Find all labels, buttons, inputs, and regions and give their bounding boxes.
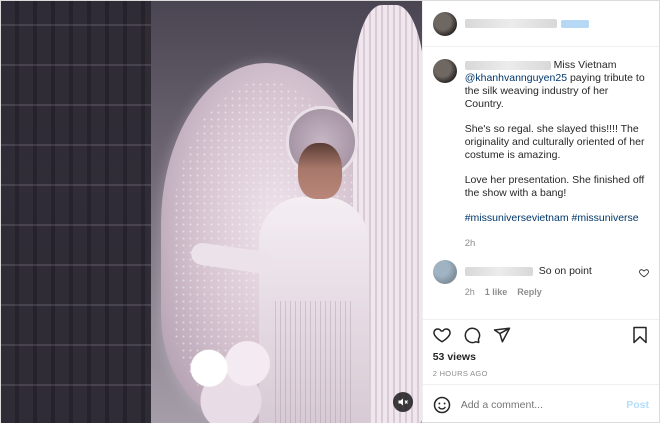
redacted-username	[464, 19, 557, 28]
costume-fringe	[275, 301, 355, 423]
caption-paragraph-1: Miss Vietnam @khanhvannguyen25 paying tr…	[464, 59, 649, 111]
comment-text: So on point	[538, 265, 592, 277]
mention-link[interactable]: @khanhvannguyen25	[465, 72, 567, 84]
comment-bubble-icon[interactable]	[463, 326, 481, 344]
comments-section: Miss Vietnam @khanhvannguyen25 paying tr…	[423, 47, 659, 311]
model-head	[298, 143, 342, 199]
post-comment-button[interactable]: Post	[626, 399, 649, 411]
commenter-avatar[interactable]	[432, 260, 457, 284]
views-count[interactable]: 53 views	[423, 349, 659, 363]
comment-reply-button[interactable]: Reply	[517, 287, 542, 297]
costume-clouds	[176, 331, 286, 423]
author-username-redacted[interactable]	[464, 19, 589, 28]
stage-grid	[1, 1, 151, 423]
hashtags-link[interactable]: #missuniversevietnam #missuniverse	[465, 212, 649, 225]
comment-likes[interactable]: 1 like	[485, 287, 508, 297]
post-video[interactable]	[1, 1, 422, 423]
instagram-post: Miss Vietnam @khanhvannguyen25 paying tr…	[0, 0, 660, 423]
share-paper-plane-icon[interactable]	[493, 326, 511, 344]
comment-like-heart-icon[interactable]	[639, 268, 649, 278]
post-side-panel: Miss Vietnam @khanhvannguyen25 paying tr…	[421, 1, 659, 423]
save-bookmark-icon[interactable]	[631, 326, 649, 344]
mute-button[interactable]	[393, 392, 413, 412]
author-avatar[interactable]	[432, 11, 457, 36]
redacted-commenter	[464, 266, 533, 276]
comment-line: So on point	[464, 265, 649, 277]
emoji-icon[interactable]	[433, 396, 451, 414]
redacted-caption-username	[464, 60, 551, 70]
comment-meta: 2h 1 like Reply	[465, 287, 649, 297]
caption-age: 2h	[464, 238, 476, 249]
caption-body: Miss Vietnam @khanhvannguyen25 paying tr…	[464, 59, 649, 250]
redacted-follow	[560, 19, 589, 28]
add-comment-input[interactable]	[460, 398, 617, 411]
post-header	[422, 1, 659, 47]
caption-paragraph-3: Love her presentation. She finished off …	[464, 174, 645, 199]
caption-author-avatar[interactable]	[432, 59, 457, 83]
post-timestamp: 2 HOURS AGO	[432, 369, 488, 378]
add-comment-bar: Post	[422, 384, 659, 423]
caption-title: Miss Vietnam	[553, 59, 617, 71]
comment-item: So on point 2h 1 like Reply	[432, 260, 649, 297]
like-heart-icon[interactable]	[432, 326, 451, 344]
action-bar	[422, 319, 659, 349]
speaker-muted-icon	[398, 398, 408, 406]
caption-paragraph-2: She's so regal. she slayed this!!!! The …	[464, 123, 645, 161]
caption: Miss Vietnam @khanhvannguyen25 paying tr…	[432, 59, 649, 250]
comment-body: So on point 2h 1 like Reply	[464, 260, 649, 297]
comment-age: 2h	[464, 287, 475, 297]
